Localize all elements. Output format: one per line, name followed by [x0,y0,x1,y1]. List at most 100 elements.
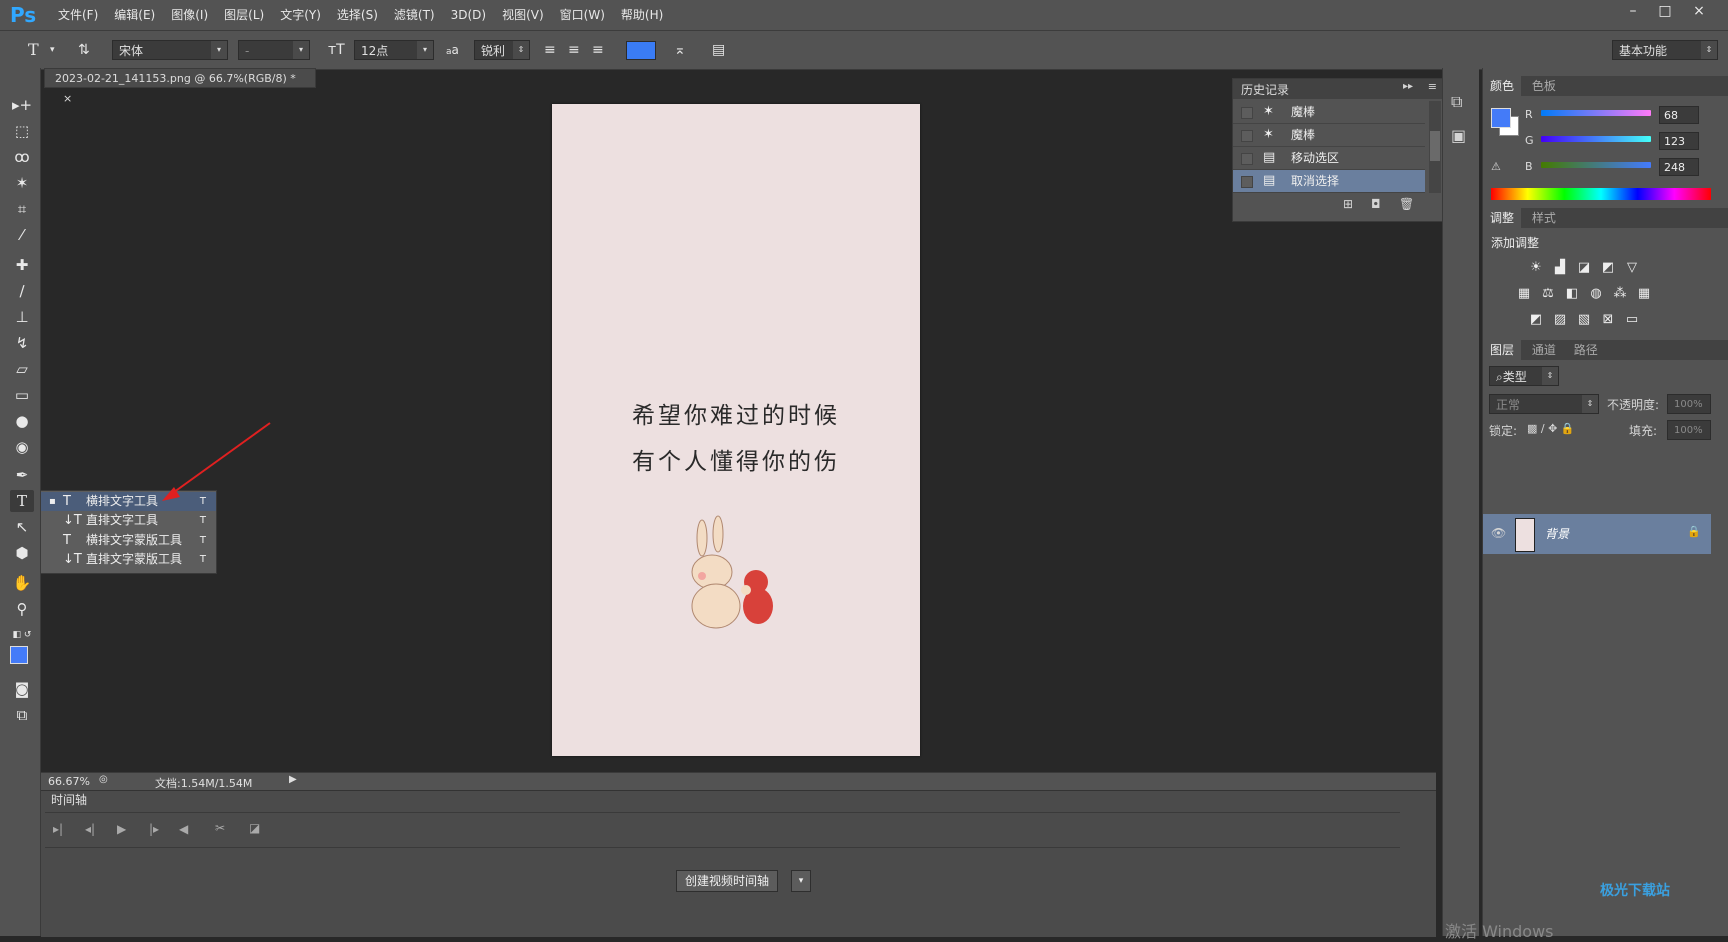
color-lookup-icon[interactable]: ▦ [1635,286,1653,302]
transition-icon[interactable]: ◪ [249,821,260,835]
opacity-value[interactable]: 100% [1667,394,1711,414]
quick-mask-icon[interactable]: ◙ [10,678,34,700]
history-checkbox[interactable] [1241,153,1253,165]
next-frame-icon[interactable]: |▸ [149,822,159,836]
levels-icon[interactable]: ▟ [1551,260,1569,276]
hand-tool-icon[interactable]: ✋ [10,572,34,594]
brush-tool-icon[interactable]: ∕ [10,280,34,302]
color-foreground-swatch[interactable] [1491,108,1511,128]
antialias-select[interactable]: 锐利 ⇕ [474,40,530,60]
g-value[interactable]: 123 [1659,132,1699,150]
scroll-thumb[interactable] [1430,131,1440,161]
history-tab[interactable]: 历史记录 [1241,81,1289,98]
channel-mixer-icon[interactable]: ⁂ [1611,286,1629,302]
lock-icons[interactable]: ▩ ∕ ✥ 🔒 [1527,422,1575,435]
photo-filter-icon[interactable]: ◍ [1587,286,1605,302]
fill-value[interactable]: 100% [1667,420,1711,440]
history-panel-icon[interactable]: ⧉ [1451,92,1462,112]
audio-icon[interactable]: ◀ [179,822,188,836]
tab-layers[interactable]: 图层 [1483,340,1522,360]
curves-icon[interactable]: ◪ [1575,260,1593,276]
tab-paths[interactable]: 路径 [1567,340,1605,360]
vibrance-icon[interactable]: ▽ [1623,260,1641,276]
b-slider[interactable] [1541,162,1651,168]
brightness-icon[interactable]: ☀ [1527,260,1545,276]
healing-brush-tool-icon[interactable]: ✚ [10,254,34,276]
posterize-icon[interactable]: ▨ [1551,312,1569,328]
close-button[interactable]: × [1684,0,1714,22]
document-tab[interactable]: 2023-02-21_141153.png @ 66.7%(RGB/8) * × [44,68,316,105]
tab-close-icon[interactable]: × [63,92,72,105]
color-balance-icon[interactable]: ⚖ [1539,286,1557,302]
move-tool-icon[interactable]: ▸+ [10,94,34,116]
create-video-timeline-button[interactable]: 创建视频时间轴 [676,870,778,892]
invert-icon[interactable]: ◩ [1527,312,1545,328]
tab-swatches[interactable]: 色板 [1525,76,1563,96]
gradient-tool-icon[interactable]: ▭ [10,384,34,406]
history-brush-tool-icon[interactable]: ↯ [10,332,34,354]
history-checkbox[interactable] [1241,107,1253,119]
gradient-map-icon[interactable]: ⊠ [1599,312,1617,328]
history-checkbox[interactable] [1241,130,1253,142]
minimize-button[interactable]: – [1618,0,1648,22]
tab-color[interactable]: 颜色 [1483,76,1522,96]
layer-filter-select[interactable]: ⌕类型 ⇕ [1489,366,1559,386]
font-style-select[interactable]: - ▾ [238,40,310,60]
previous-frame-icon[interactable]: ◂| [85,822,95,836]
flyout-item-horizontal-type-mask[interactable]: T 横排文字蒙版工具 T [41,531,216,550]
gamut-warning-icon[interactable]: ⚠ [1491,160,1501,173]
scissors-icon[interactable]: ✂ [215,821,225,835]
menu-type[interactable]: 文字(Y) [272,7,329,23]
flyout-item-vertical-type[interactable]: ↓T 直排文字工具 T [41,511,216,530]
b-value[interactable]: 248 [1659,158,1699,176]
align-center-icon[interactable]: ≡ [568,40,580,60]
g-slider[interactable] [1541,136,1651,142]
maximize-button[interactable]: □ [1650,0,1680,22]
zoom-level[interactable]: 66.67% [48,775,90,788]
align-right-icon[interactable]: ≡ [592,40,604,60]
foreground-color-swatch[interactable] [10,646,28,664]
actions-panel-icon[interactable]: ▣ [1451,126,1466,145]
menu-window[interactable]: 窗口(W) [552,7,613,23]
shape-tool-icon[interactable]: ⬢ [10,542,34,564]
menu-layer[interactable]: 图层(L) [216,7,272,23]
preset-dropdown-icon[interactable]: ▾ [50,40,55,60]
menu-image[interactable]: 图像(I) [163,7,216,23]
stamp-tool-icon[interactable]: ⊥ [10,306,34,328]
menu-file[interactable]: 文件(F) [50,7,106,23]
character-panel-icon[interactable]: ▤ [712,40,725,60]
workspace-select[interactable]: 基本功能 ⇕ [1612,40,1718,60]
history-item[interactable]: ✶ 魔棒 [1233,124,1425,147]
selective-color-icon[interactable]: ▭ [1623,312,1641,328]
tab-adjustments[interactable]: 调整 [1483,208,1522,228]
menu-filter[interactable]: 滤镜(T) [386,7,443,23]
history-item[interactable]: ▤ 取消选择 [1233,170,1425,193]
status-info-icon[interactable]: ◎ [99,774,108,785]
hue-saturation-icon[interactable]: ▦ [1515,286,1533,302]
status-menu-arrow-icon[interactable]: ▶ [289,774,297,785]
history-item[interactable]: ▤ 移动选区 [1233,147,1425,170]
history-item[interactable]: ✶ 魔棒 [1233,101,1425,124]
type-tool-preset-icon[interactable]: T [28,40,39,60]
align-left-icon[interactable]: ≡ [544,40,556,60]
font-size-select[interactable]: 12点 ▾ [354,40,434,60]
threshold-icon[interactable]: ▧ [1575,312,1593,328]
menu-help[interactable]: 帮助(H) [613,7,671,23]
warp-text-icon[interactable]: ⌅ [674,40,686,60]
exposure-icon[interactable]: ◩ [1599,260,1617,276]
magic-wand-tool-icon[interactable]: ✶ [10,172,34,194]
crop-tool-icon[interactable]: ⌗ [10,198,34,220]
tab-channels[interactable]: 通道 [1525,340,1563,360]
history-checkbox[interactable] [1241,176,1253,188]
marquee-tool-icon[interactable]: ⬚ [10,120,34,142]
r-value[interactable]: 68 [1659,106,1699,124]
lasso-tool-icon[interactable]: ꝏ [10,146,34,168]
layer-row[interactable]: 👁 背景 🔒 [1483,514,1711,554]
menu-view[interactable]: 视图(V) [494,7,552,23]
dodge-tool-icon[interactable]: ◉ [10,436,34,458]
type-tool-icon[interactable]: T [10,490,34,512]
layer-name[interactable]: 背景 [1545,525,1569,542]
eye-icon[interactable]: 👁 [1491,526,1506,540]
blend-mode-select[interactable]: 正常 ⇕ [1489,394,1599,414]
screen-mode-icon[interactable]: ⧉ [10,704,34,726]
